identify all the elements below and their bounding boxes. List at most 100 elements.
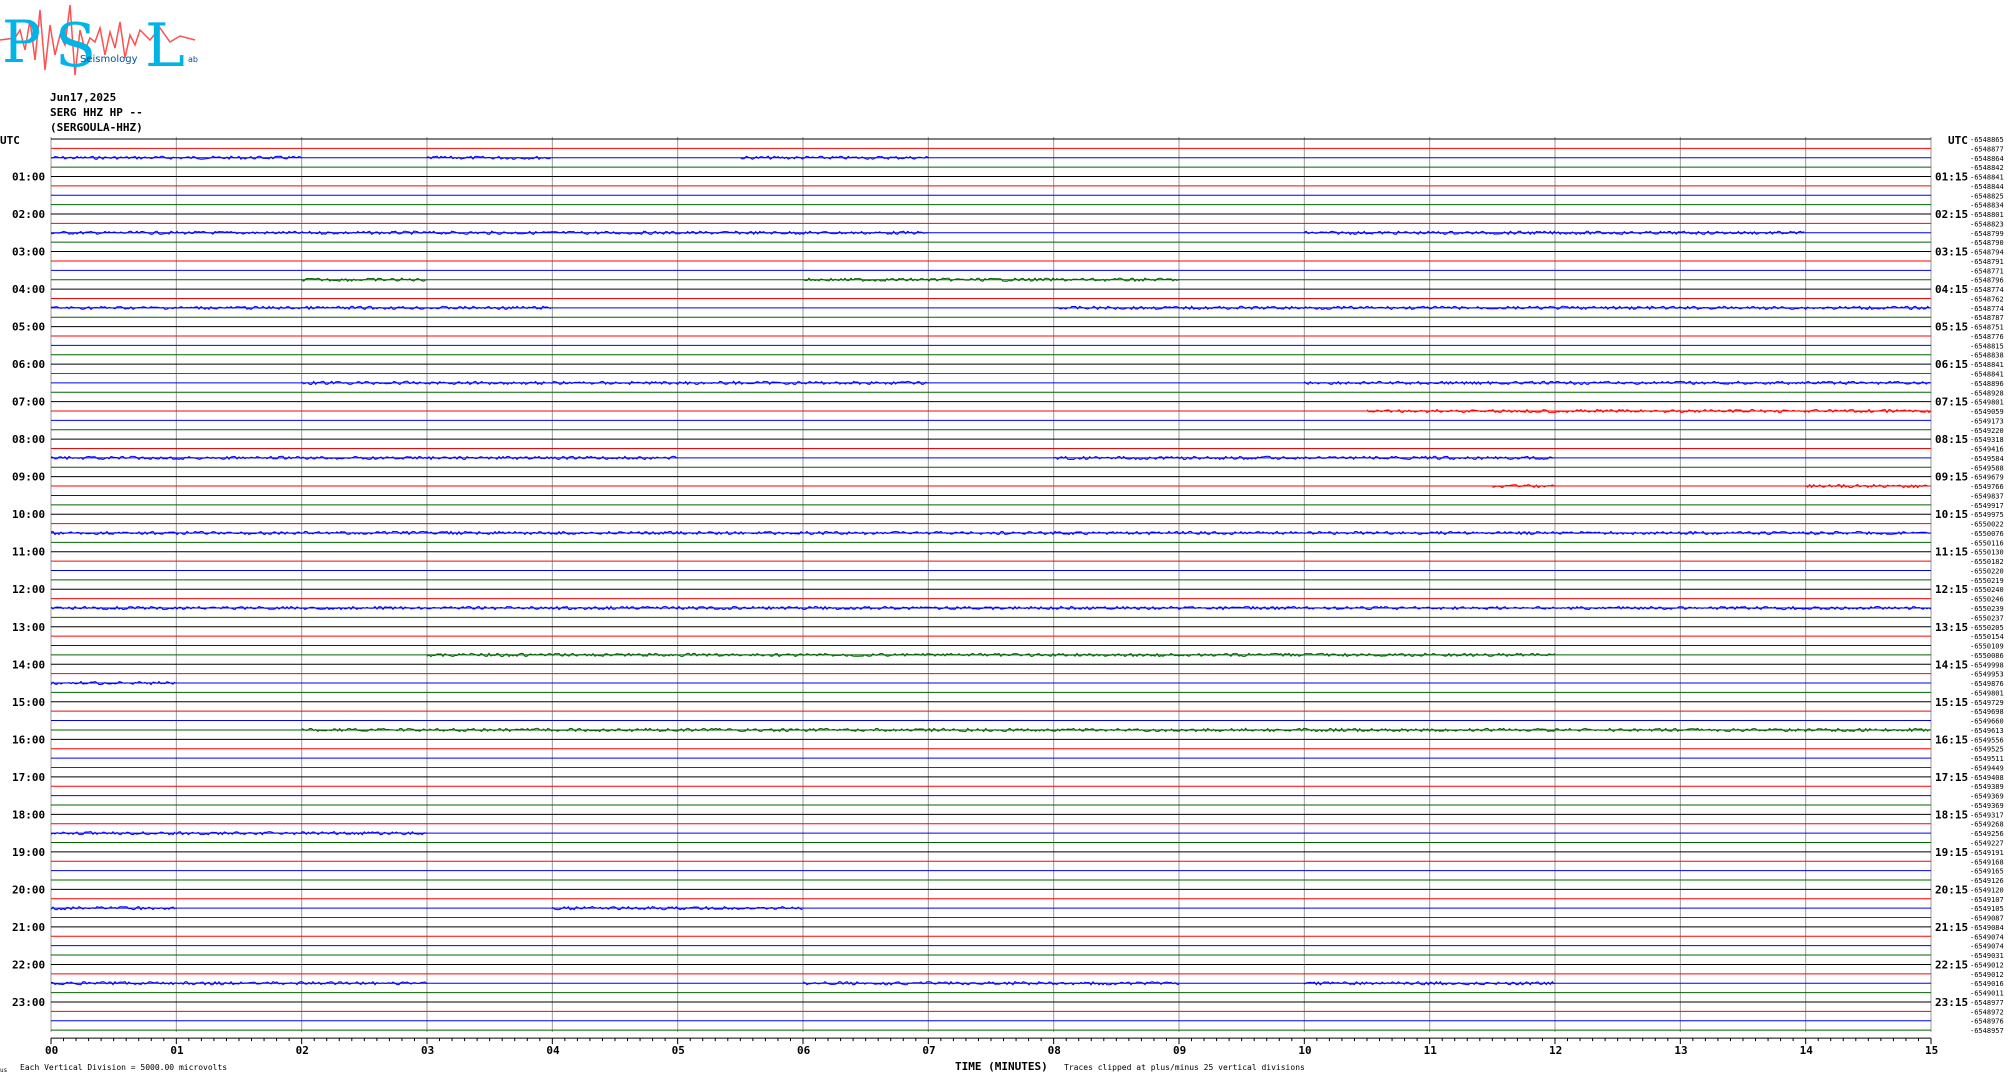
row-value-label: -6548838	[1970, 352, 2004, 360]
hour-label-right: 06:15	[1935, 358, 1968, 371]
row-value-label: -6549837	[1970, 492, 2004, 500]
row-value-label: -6550237	[1970, 614, 2004, 622]
row-value-label: -6548896	[1970, 380, 2004, 388]
corner-mark: us	[0, 1067, 8, 1074]
row-value-label: -6549953	[1970, 671, 2004, 679]
row-value-label: -6548841	[1970, 361, 2004, 369]
row-value-label: -6549220	[1970, 427, 2004, 435]
seismogram-chart: -6548865-6548877 -6548864-6548842 -6548841…	[0, 134, 2004, 1074]
row-value-label: -6549268	[1970, 821, 2004, 829]
hour-label-right: 21:15	[1935, 921, 1968, 934]
trace-noise	[301, 277, 426, 283]
row-value-label: -6548825	[1970, 192, 2004, 200]
hour-label-left: 11:00	[12, 546, 45, 559]
row-value-label: -6549173	[1970, 417, 2004, 425]
hour-label-right: 05:15	[1935, 321, 1968, 334]
row-value-label: -6550130	[1970, 549, 2004, 557]
trace-noise	[50, 680, 176, 686]
row-value-label: -6550205	[1970, 624, 2004, 632]
utc-label-left: UTC	[0, 134, 20, 147]
hour-label-left: 10:00	[12, 508, 45, 521]
hour-label-left: 06:00	[12, 358, 45, 371]
row-value-label: -6549191	[1970, 849, 2004, 857]
row-value-label: -6550246	[1970, 596, 2004, 604]
row-value-label: -6549012	[1970, 971, 2004, 979]
row-value-label: -6549556	[1970, 736, 2004, 744]
row-value-label: -6550220	[1970, 567, 2004, 575]
x-tick-label: 10	[1298, 1044, 1311, 1057]
row-value-label: -6549168	[1970, 858, 2004, 866]
row-value-label: -6549074	[1970, 943, 2004, 951]
row-value-label: -6548796	[1970, 277, 2004, 285]
x-tick-label: 01	[170, 1044, 184, 1057]
row-value-label: -6549087	[1970, 915, 2004, 923]
hour-label-left: 18:00	[12, 808, 45, 821]
x-tick-label: 12	[1549, 1044, 1562, 1057]
hour-label-right: 11:15	[1935, 546, 1968, 559]
hour-label-right: 13:15	[1935, 621, 1968, 634]
row-value-label: -6548801	[1970, 211, 2004, 219]
row-value-label: -6549801	[1970, 689, 2004, 697]
row-value-label: -6550109	[1970, 643, 2004, 651]
row-value-label: -6549511	[1970, 755, 2004, 763]
hour-label-right: 03:15	[1935, 246, 1968, 259]
x-tick-label: 14	[1800, 1044, 1814, 1057]
row-value-label: -6548823	[1970, 220, 2004, 228]
hour-label-right: 12:15	[1935, 583, 1968, 596]
hour-label-right: 02:15	[1935, 208, 1968, 221]
row-value-label: -6549105	[1970, 905, 2004, 913]
x-tick-label: 06	[797, 1044, 811, 1057]
hour-label-left: 13:00	[12, 621, 45, 634]
row-value-label: -6549011	[1970, 990, 2004, 998]
hour-label-right: 18:15	[1935, 808, 1968, 821]
row-value-label: -6548776	[1970, 333, 2004, 341]
row-value-label: -6549074	[1970, 933, 2004, 941]
x-tick-label: 04	[546, 1044, 560, 1057]
row-value-label: -6548799	[1970, 230, 2004, 238]
row-value-label: -6548771	[1970, 267, 2004, 275]
hour-label-left: 08:00	[12, 433, 45, 446]
row-value-label: -6549084	[1970, 924, 2004, 932]
hour-label-right: 20:15	[1935, 883, 1968, 896]
row-value-label: -6549016	[1970, 980, 2004, 988]
hour-label-right: 16:15	[1935, 733, 1968, 746]
row-value-label: -6549917	[1970, 502, 2004, 510]
hour-label-right: 07:15	[1935, 396, 1968, 409]
row-value-label: -6548841	[1970, 371, 2004, 379]
hour-label-left: 23:00	[12, 996, 45, 1009]
row-value-label: -6548865	[1970, 136, 2004, 144]
row-value-label: -6548841	[1970, 174, 2004, 182]
hour-label-right: 14:15	[1935, 658, 1968, 671]
hour-label-left: 09:00	[12, 471, 45, 484]
hour-label-left: 03:00	[12, 246, 45, 259]
hour-label-left: 07:00	[12, 396, 45, 409]
hour-label-left: 20:00	[12, 883, 45, 896]
row-value-label: -6549660	[1970, 718, 2004, 726]
row-value-label: -6549449	[1970, 764, 2004, 772]
row-value-label: -6549416	[1970, 446, 2004, 454]
row-value-label: -6549408	[1970, 774, 2004, 782]
row-value-label: -6549975	[1970, 511, 2004, 519]
hour-label-right: 19:15	[1935, 846, 1968, 859]
row-value-label: -6548774	[1970, 305, 2004, 313]
row-value-label: -6549698	[1970, 708, 2004, 716]
row-value-label: -6549729	[1970, 699, 2004, 707]
hour-label-right: 10:15	[1935, 508, 1968, 521]
row-value-label: -6548790	[1970, 239, 2004, 247]
x-tick-label: 08	[1048, 1044, 1061, 1057]
row-value-label: -6548957	[1970, 1027, 2004, 1035]
row-value-label: -6549801	[1970, 399, 2004, 407]
row-value-label: -6549126	[1970, 877, 2004, 885]
row-value-label: -6548977	[1970, 999, 2004, 1007]
hour-label-left: 12:00	[12, 583, 45, 596]
row-value-label: -6549318	[1970, 436, 2004, 444]
hour-label-left: 04:00	[12, 283, 45, 296]
row-value-label: -6549389	[1970, 783, 2004, 791]
row-value-label: -6549227	[1970, 840, 2004, 848]
row-value-label: -6549369	[1970, 793, 2004, 801]
row-value-label: -6549998	[1970, 661, 2004, 669]
row-value-label: -6549012	[1970, 961, 2004, 969]
hour-label-right: 15:15	[1935, 696, 1968, 709]
trace-noise	[301, 727, 1931, 733]
row-value-label: -6550154	[1970, 633, 2004, 641]
